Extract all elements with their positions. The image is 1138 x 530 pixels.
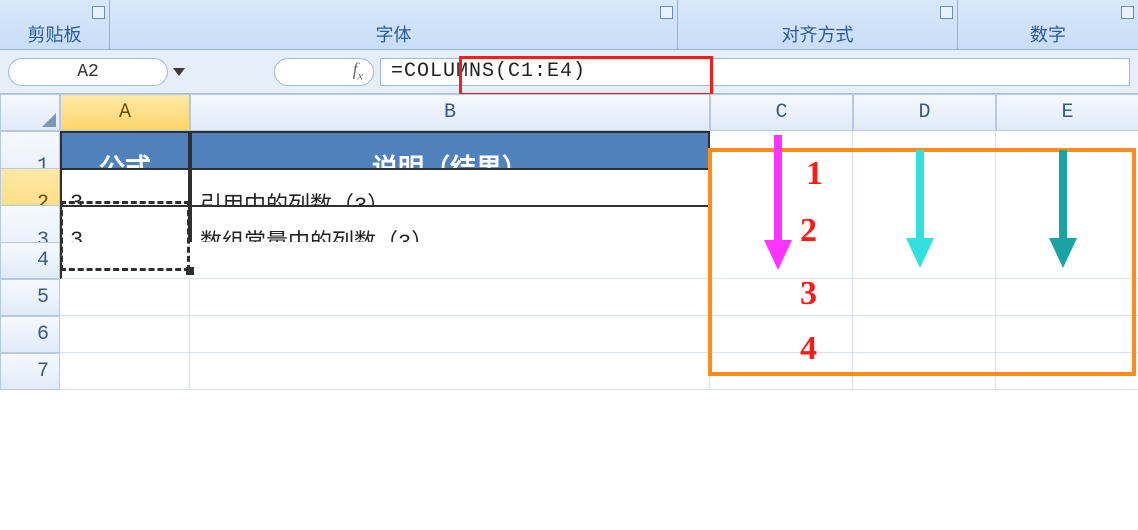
cell-a7[interactable] bbox=[60, 353, 190, 390]
dialog-launcher-icon[interactable] bbox=[92, 6, 105, 19]
col-header-d[interactable]: D bbox=[853, 94, 996, 131]
fx-icon: fx bbox=[353, 59, 363, 84]
fill-handle[interactable] bbox=[186, 267, 194, 275]
col-header-a[interactable]: A bbox=[60, 94, 190, 131]
select-all-corner[interactable] bbox=[0, 94, 60, 131]
col-header-c[interactable]: C bbox=[710, 94, 853, 131]
cell-b6[interactable] bbox=[190, 316, 710, 353]
col-header-b[interactable]: B bbox=[190, 94, 710, 131]
ribbon-group-clipboard[interactable]: 剪贴板 bbox=[0, 0, 110, 49]
cell-e6[interactable] bbox=[996, 316, 1138, 353]
cell-e5[interactable] bbox=[996, 279, 1138, 316]
insert-function-button[interactable]: fx bbox=[274, 58, 374, 86]
dialog-launcher-icon[interactable] bbox=[940, 6, 953, 19]
cell-c4[interactable] bbox=[710, 242, 853, 279]
cell-d6[interactable] bbox=[853, 316, 996, 353]
formula-input[interactable]: =COLUMNS(C1:E4) bbox=[380, 58, 1130, 86]
row-header-7[interactable]: 7 bbox=[0, 353, 60, 390]
cell-a4[interactable] bbox=[60, 242, 190, 279]
cell-b7[interactable] bbox=[190, 353, 710, 390]
name-box[interactable]: A2 bbox=[8, 58, 168, 86]
ribbon-group-label: 对齐方式 bbox=[782, 21, 854, 47]
cell-d5[interactable] bbox=[853, 279, 996, 316]
cell-c5[interactable] bbox=[710, 279, 853, 316]
cell-b4[interactable] bbox=[190, 242, 710, 279]
row-header-4[interactable]: 4 bbox=[0, 242, 60, 279]
cell-c6[interactable] bbox=[710, 316, 853, 353]
col-header-e[interactable]: E bbox=[996, 94, 1138, 131]
ribbon-group-alignment[interactable]: 对齐方式 bbox=[678, 0, 958, 49]
ribbon-group-font[interactable]: 字体 bbox=[110, 0, 678, 49]
row-header-6[interactable]: 6 bbox=[0, 316, 60, 353]
ribbon-group-label: 字体 bbox=[376, 21, 412, 47]
ribbon-group-number[interactable]: 数字 bbox=[958, 0, 1138, 49]
dialog-launcher-icon[interactable] bbox=[660, 6, 673, 19]
spreadsheet-grid[interactable]: A B C D E 1 公式 说明（结果） 2 3 引用中的列数（3） 3 3 … bbox=[0, 94, 1138, 390]
cell-a6[interactable] bbox=[60, 316, 190, 353]
cell-c7[interactable] bbox=[710, 353, 853, 390]
ribbon-group-label: 数字 bbox=[1030, 21, 1066, 47]
dialog-launcher-icon[interactable] bbox=[1121, 6, 1134, 19]
formula-bar: A2 fx =COLUMNS(C1:E4) bbox=[0, 50, 1138, 94]
formula-text: =COLUMNS(C1:E4) bbox=[391, 60, 586, 83]
ribbon-group-label: 剪贴板 bbox=[28, 21, 82, 47]
ribbon-groups-bar: 剪贴板 字体 对齐方式 数字 bbox=[0, 0, 1138, 50]
name-box-value: A2 bbox=[77, 62, 99, 82]
cell-a5[interactable] bbox=[60, 279, 190, 316]
cell-e4[interactable] bbox=[996, 242, 1138, 279]
row-header-5[interactable]: 5 bbox=[0, 279, 60, 316]
cell-b5[interactable] bbox=[190, 279, 710, 316]
chevron-down-icon[interactable] bbox=[173, 68, 185, 76]
cell-d4[interactable] bbox=[853, 242, 996, 279]
cell-d7[interactable] bbox=[853, 353, 996, 390]
cell-e7[interactable] bbox=[996, 353, 1138, 390]
